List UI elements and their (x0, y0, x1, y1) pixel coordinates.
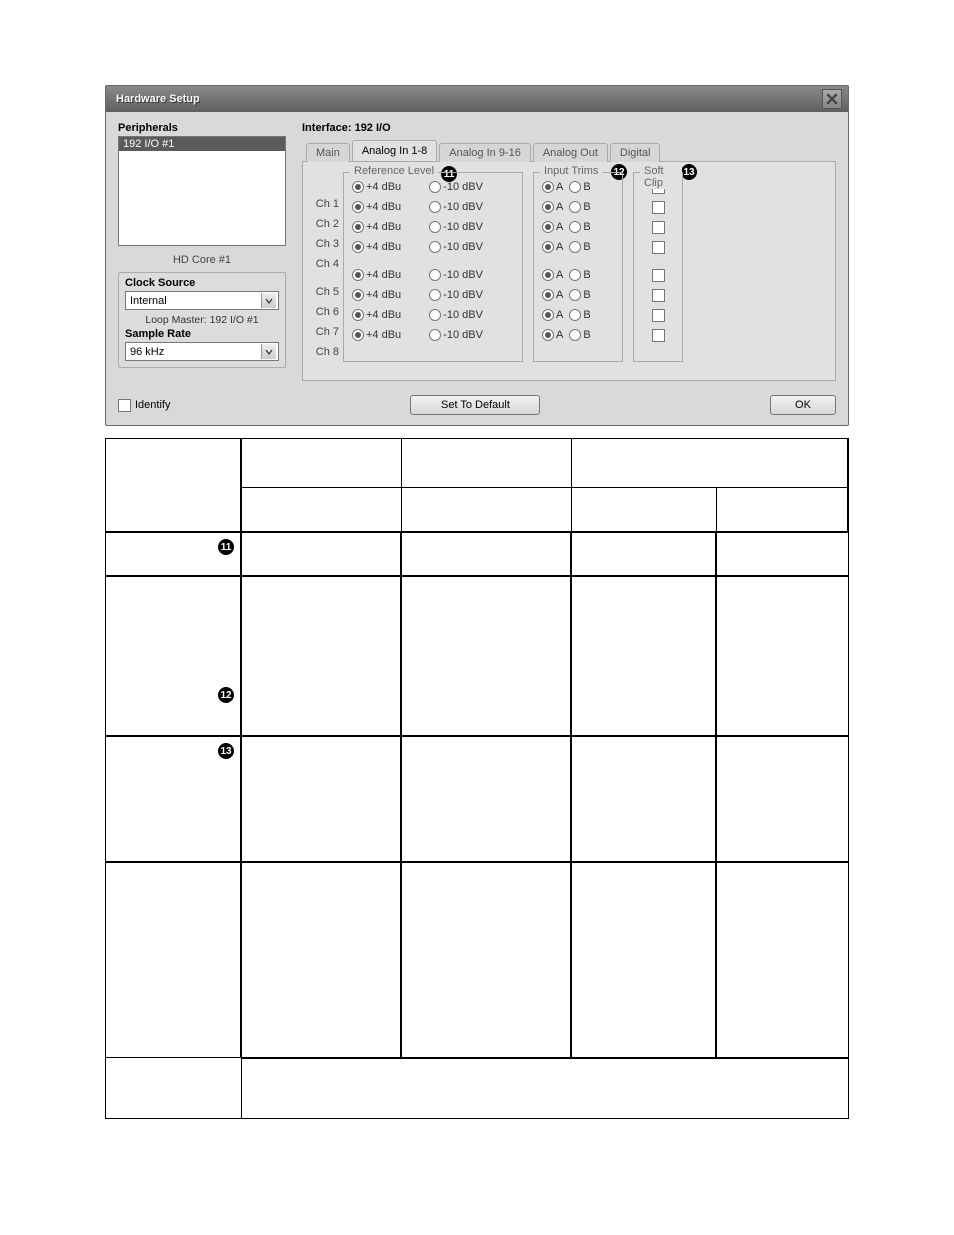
channel-labels: Ch 1 Ch 2 Ch 3 Ch 4 Ch 5 Ch 6 Ch 7 Ch 8 (309, 172, 343, 362)
tab-strip: Main Analog In 1-8 Analog In 9-16 Analog… (302, 140, 836, 162)
channel-label: Ch 1 (309, 194, 343, 214)
chevron-down-icon (261, 293, 276, 308)
soft-clip-checkbox[interactable] (652, 221, 665, 234)
channel-label: Ch 3 (309, 234, 343, 254)
ref-minus10-radio[interactable]: -10 dBV (429, 181, 483, 193)
soft-clip-checkbox[interactable] (652, 329, 665, 342)
trim-a-radio[interactable]: A (542, 329, 563, 341)
ref-minus10-radio[interactable]: -10 dBV (429, 241, 483, 253)
clock-source-label: Clock Source (125, 277, 279, 289)
ref-row: +4 dBu -10 dBV (352, 177, 514, 197)
ref-plus4-radio[interactable]: +4 dBu (352, 309, 401, 321)
reference-table: 11 12 13 (105, 438, 849, 1119)
sample-rate-dropdown[interactable]: 96 kHz (125, 342, 279, 361)
trim-a-radio[interactable]: A (542, 241, 563, 253)
peripherals-label: Peripherals (118, 122, 286, 134)
chevron-down-icon (261, 344, 276, 359)
channel-label: Ch 7 (309, 322, 343, 342)
tab-analog-in-9-16[interactable]: Analog In 9-16 (439, 143, 531, 162)
titlebar: Hardware Setup (106, 86, 848, 112)
hardware-setup-dialog: Hardware Setup Peripherals 192 I/O #1 HD… (105, 85, 849, 426)
table-callout-13: 13 (218, 743, 234, 759)
ref-plus4-radio[interactable]: +4 dBu (352, 269, 401, 281)
trim-b-radio[interactable]: B (569, 309, 590, 321)
ref-plus4-radio[interactable]: +4 dBu (352, 329, 401, 341)
input-trims-group: Input Trims AB AB AB AB AB AB AB AB (533, 172, 623, 362)
set-to-default-button[interactable]: Set To Default (410, 395, 540, 415)
peripherals-list[interactable]: 192 I/O #1 (118, 136, 286, 246)
input-trims-legend: Input Trims (540, 165, 602, 177)
tab-panel: 11 12 13 Ch 1 Ch 2 Ch 3 Ch 4 Ch 5 Ch 6 C… (302, 162, 836, 381)
dialog-title: Hardware Setup (116, 93, 200, 105)
tab-digital[interactable]: Digital (610, 143, 661, 162)
trim-a-radio[interactable]: A (542, 289, 563, 301)
tab-main[interactable]: Main (306, 143, 350, 162)
trim-b-radio[interactable]: B (569, 181, 590, 193)
trim-b-radio[interactable]: B (569, 221, 590, 233)
clock-source-value: Internal (130, 295, 167, 307)
channel-label: Ch 5 (309, 282, 343, 302)
trim-b-radio[interactable]: B (569, 241, 590, 253)
peripheral-item[interactable]: 192 I/O #1 (119, 137, 285, 151)
channel-label: Ch 4 (309, 254, 343, 274)
ref-minus10-radio[interactable]: -10 dBV (429, 221, 483, 233)
ref-plus4-radio[interactable]: +4 dBu (352, 181, 401, 193)
interface-label: Interface: 192 I/O (302, 122, 836, 134)
ref-plus4-radio[interactable]: +4 dBu (352, 241, 401, 253)
soft-clip-checkbox[interactable] (652, 241, 665, 254)
reference-level-legend: Reference Level (350, 165, 438, 177)
ref-minus10-radio[interactable]: -10 dBV (429, 201, 483, 213)
soft-clip-checkbox[interactable] (652, 289, 665, 302)
close-button[interactable] (822, 89, 842, 109)
tab-analog-in-1-8[interactable]: Analog In 1-8 (352, 140, 437, 161)
soft-clip-checkbox[interactable] (652, 269, 665, 282)
ref-plus4-radio[interactable]: +4 dBu (352, 289, 401, 301)
sample-rate-label: Sample Rate (125, 328, 279, 340)
ref-plus4-radio[interactable]: +4 dBu (352, 201, 401, 213)
hd-core-label: HD Core #1 (118, 246, 286, 272)
trim-a-radio[interactable]: A (542, 309, 563, 321)
channel-label: Ch 2 (309, 214, 343, 234)
trim-a-radio[interactable]: A (542, 269, 563, 281)
identify-label: Identify (135, 399, 170, 411)
soft-clip-checkbox[interactable] (652, 201, 665, 214)
table-callout-11: 11 (218, 539, 234, 555)
trim-a-radio[interactable]: A (542, 221, 563, 233)
trim-a-radio[interactable]: A (542, 181, 563, 193)
identify-checkbox[interactable]: Identify (118, 399, 170, 412)
reference-level-group: Reference Level +4 dBu-10 dBV +4 dBu-10 … (343, 172, 523, 362)
soft-clip-checkbox[interactable] (652, 309, 665, 322)
sample-rate-value: 96 kHz (130, 346, 164, 358)
trim-a-radio[interactable]: A (542, 201, 563, 213)
clock-source-dropdown[interactable]: Internal (125, 291, 279, 310)
ref-minus10-radio[interactable]: -10 dBV (429, 329, 483, 341)
ref-minus10-radio[interactable]: -10 dBV (429, 269, 483, 281)
channel-label: Ch 6 (309, 302, 343, 322)
trim-b-radio[interactable]: B (569, 201, 590, 213)
trim-b-radio[interactable]: B (569, 269, 590, 281)
ref-minus10-radio[interactable]: -10 dBV (429, 289, 483, 301)
soft-clip-legend: Soft Clip (640, 165, 682, 189)
trim-b-radio[interactable]: B (569, 289, 590, 301)
ok-button[interactable]: OK (770, 395, 836, 415)
channel-label: Ch 8 (309, 342, 343, 362)
table-callout-12: 12 (218, 687, 234, 703)
trim-b-radio[interactable]: B (569, 329, 590, 341)
callout-13: 13 (681, 164, 697, 180)
ref-plus4-radio[interactable]: +4 dBu (352, 221, 401, 233)
ref-minus10-radio[interactable]: -10 dBV (429, 309, 483, 321)
close-icon (826, 93, 838, 105)
soft-clip-group: Soft Clip (633, 172, 683, 362)
tab-analog-out[interactable]: Analog Out (533, 143, 608, 162)
loop-master-label: Loop Master: 192 I/O #1 (125, 310, 279, 328)
